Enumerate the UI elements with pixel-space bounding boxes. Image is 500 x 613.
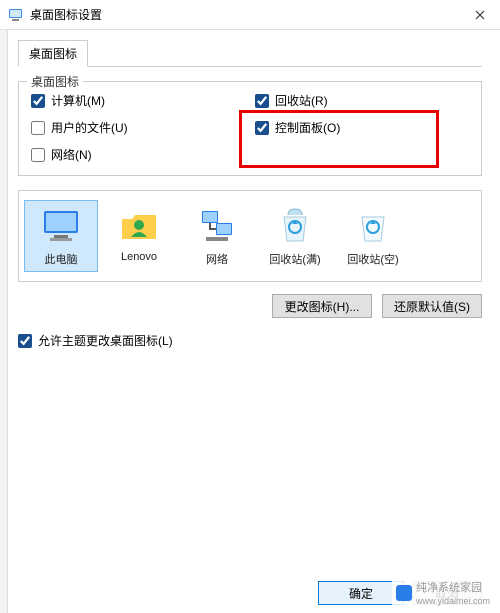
icon-action-row: 更改图标(H)... 还原默认值(S) (18, 294, 482, 318)
recycle-empty-icon (352, 205, 394, 247)
icon-label-thispc: 此电脑 (45, 251, 78, 267)
checkbox-recyclebin-input[interactable] (255, 94, 269, 108)
recycle-full-icon (274, 205, 316, 247)
restore-default-button[interactable]: 还原默认值(S) (382, 294, 482, 318)
watermark-brand: 纯净系统家园 (416, 582, 482, 594)
watermark: 纯净系统家园 www.yidaimei.com (392, 577, 494, 609)
checkbox-recyclebin[interactable]: 回收站(R) (255, 92, 469, 109)
checkbox-network[interactable]: 网络(N) (31, 146, 245, 163)
checkbox-network-input[interactable] (31, 148, 45, 162)
icon-label-recycleempty: 回收站(空) (347, 251, 398, 267)
watermark-logo-icon (396, 585, 412, 601)
group-desktop-icons: 桌面图标 计算机(M) 回收站(R) 用户的文件(U) 控制面板(O) 网络(N… (18, 81, 482, 176)
checkbox-userfiles-label: 用户的文件(U) (51, 119, 128, 136)
titlebar: 桌面图标设置 (0, 0, 500, 30)
checkbox-userfiles[interactable]: 用户的文件(U) (31, 119, 245, 136)
checkbox-grid: 计算机(M) 回收站(R) 用户的文件(U) 控制面板(O) 网络(N) (31, 92, 469, 163)
window-title: 桌面图标设置 (30, 6, 460, 23)
icon-item-network[interactable]: 网络 (181, 201, 253, 271)
checkbox-controlpanel-input[interactable] (255, 121, 269, 135)
network-icon (196, 205, 238, 247)
group-legend: 桌面图标 (27, 73, 83, 90)
icon-label-recyclefull: 回收站(满) (269, 251, 320, 267)
app-icon (8, 7, 24, 23)
change-icon-button[interactable]: 更改图标(H)... (272, 294, 372, 318)
content-area: 桌面图标 桌面图标 计算机(M) 回收站(R) 用户的文件(U) 控制面板(O) (0, 30, 500, 349)
icon-item-recyclefull[interactable]: 回收站(满) (259, 201, 331, 271)
monitor-icon (40, 205, 82, 247)
checkbox-theme-change-input[interactable] (18, 334, 32, 348)
icon-preview-list: 此电脑 Lenovo (18, 190, 482, 282)
checkbox-computer[interactable]: 计算机(M) (31, 92, 245, 109)
tab-desktop-icons[interactable]: 桌面图标 (18, 40, 88, 67)
icon-item-userfolder[interactable]: Lenovo (103, 201, 175, 271)
checkbox-computer-label: 计算机(M) (51, 92, 105, 109)
checkbox-userfiles-input[interactable] (31, 121, 45, 135)
checkbox-recyclebin-label: 回收站(R) (275, 92, 328, 109)
close-button[interactable] (460, 0, 500, 30)
user-folder-icon (118, 205, 160, 247)
checkbox-controlpanel-label: 控制面板(O) (275, 119, 340, 136)
watermark-url: www.yidaimei.com (416, 596, 490, 606)
icon-item-thispc[interactable]: 此电脑 (25, 201, 97, 271)
tab-strip: 桌面图标 (18, 40, 482, 67)
checkbox-theme-change-label: 允许主题更改桌面图标(L) (38, 332, 173, 349)
checkbox-computer-input[interactable] (31, 94, 45, 108)
icon-label-userfolder: Lenovo (121, 251, 157, 263)
checkbox-network-label: 网络(N) (51, 146, 92, 163)
icon-label-network: 网络 (206, 251, 228, 267)
icon-item-recycleempty[interactable]: 回收站(空) (337, 201, 409, 271)
checkbox-controlpanel[interactable]: 控制面板(O) (255, 119, 469, 136)
checkbox-theme-change[interactable]: 允许主题更改桌面图标(L) (18, 332, 482, 349)
